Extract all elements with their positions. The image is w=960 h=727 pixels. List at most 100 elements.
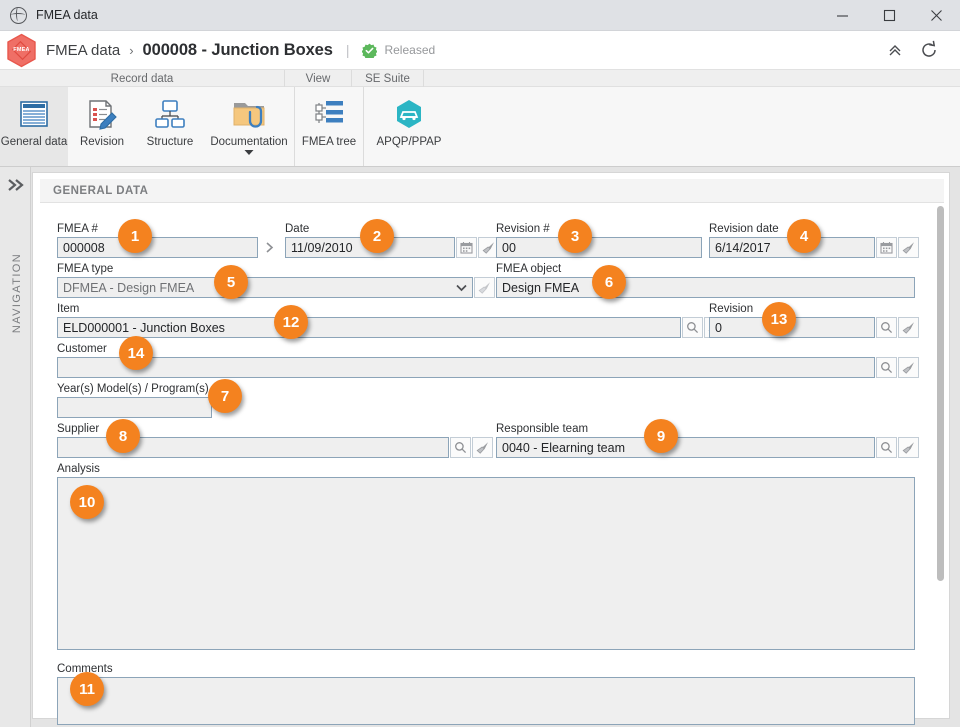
callout-12: 12 xyxy=(274,305,308,339)
field-fmea-object: FMEA object Design FMEA xyxy=(496,263,915,298)
callout-10: 10 xyxy=(70,485,104,519)
field-responsible-team-label: Responsible team xyxy=(496,423,589,435)
fmea-number-input[interactable]: 000008 xyxy=(57,237,258,258)
field-customer: Customer xyxy=(57,343,919,378)
ribbon-button-documentation[interactable]: Documentation xyxy=(204,87,294,166)
breadcrumb-root-link[interactable]: FMEA data xyxy=(46,42,120,59)
responsible-team-input[interactable]: 0040 - Elearning team xyxy=(496,437,875,458)
revision-number-input[interactable]: 00 xyxy=(496,237,702,258)
field-item-label: Item xyxy=(57,303,80,315)
apqp-ppap-icon xyxy=(392,93,426,134)
supplier-clear-brush-icon[interactable] xyxy=(472,437,493,458)
field-customer-label: Customer xyxy=(57,343,107,355)
ribbon-buttons: General data Revision Structure Document… xyxy=(0,87,454,166)
responsible-team-clear-brush-icon[interactable] xyxy=(898,437,919,458)
callout-2: 2 xyxy=(360,219,394,253)
title-bar: FMEA data xyxy=(0,0,960,31)
header-divider: | xyxy=(345,42,350,58)
customer-input[interactable] xyxy=(57,357,875,378)
field-fmea-number: FMEA # 000008 xyxy=(57,223,280,258)
chevron-down-icon[interactable] xyxy=(244,144,254,158)
refresh-icon[interactable] xyxy=(912,33,946,67)
fmea-object-input[interactable]: Design FMEA xyxy=(496,277,915,298)
vertical-scrollbar[interactable] xyxy=(933,204,948,717)
window-title: FMEA data xyxy=(36,8,98,22)
application-window: FMEA data FMEA FMEA data › 000008 - Junc… xyxy=(0,0,960,727)
ribbon-group-record-data: Record data xyxy=(0,70,285,87)
scrollbar-thumb[interactable] xyxy=(937,206,944,581)
close-icon[interactable] xyxy=(913,0,960,31)
status-text: Released xyxy=(384,43,436,57)
field-comments-label: Comments xyxy=(57,663,113,675)
customer-search-icon[interactable] xyxy=(876,357,897,378)
breadcrumb-separator-icon: › xyxy=(129,42,134,58)
customer-clear-brush-icon[interactable] xyxy=(898,357,919,378)
field-fmea-number-label: FMEA # xyxy=(57,223,98,235)
general-data-icon xyxy=(17,93,51,134)
chevron-down-icon[interactable] xyxy=(451,277,472,298)
globe-icon xyxy=(10,6,27,24)
maximize-icon[interactable] xyxy=(866,0,913,31)
callout-13: 13 xyxy=(762,302,796,336)
fmea-type-select[interactable]: DFMEA - Design FMEA xyxy=(57,277,473,298)
calendar-icon[interactable] xyxy=(456,237,477,258)
comments-textarea[interactable] xyxy=(57,677,915,725)
field-comments: Comments xyxy=(57,663,915,725)
item-input[interactable]: ELD000001 - Junction Boxes xyxy=(57,317,681,338)
revision-date-clear-brush-icon[interactable] xyxy=(898,237,919,258)
ribbon-button-revision[interactable]: Revision xyxy=(68,87,136,166)
ribbon-button-general-data-label: General data xyxy=(0,136,68,148)
panel-title: GENERAL DATA xyxy=(53,184,149,197)
panel-header: GENERAL DATA xyxy=(40,179,944,203)
ribbon-button-fmea-tree-label: FMEA tree xyxy=(301,136,357,148)
item-revision-clear-brush-icon[interactable] xyxy=(898,317,919,338)
ribbon-button-general-data[interactable]: General data xyxy=(0,87,68,166)
double-chevron-right-icon[interactable] xyxy=(6,177,25,196)
field-item: Item ELD000001 - Junction Boxes xyxy=(57,303,725,338)
callout-4: 4 xyxy=(787,219,821,253)
ribbon-button-fmea-tree[interactable]: FMEA tree xyxy=(295,87,363,166)
revision-calendar-icon[interactable] xyxy=(876,237,897,258)
field-revision-number-label: Revision # xyxy=(496,223,550,235)
structure-icon xyxy=(153,93,187,134)
analysis-textarea[interactable] xyxy=(57,477,915,650)
fmea-number-next-icon[interactable] xyxy=(259,237,280,258)
field-years-models-programs: Year(s) Model(s) / Program(s) xyxy=(57,383,212,418)
status-badge: Released xyxy=(362,43,435,58)
fmea-logo-icon: FMEA xyxy=(6,33,37,68)
item-revision-search-icon[interactable] xyxy=(876,317,897,338)
years-models-programs-input[interactable] xyxy=(57,397,212,418)
callout-3: 3 xyxy=(558,219,592,253)
callout-6: 6 xyxy=(592,265,626,299)
responsible-team-search-icon[interactable] xyxy=(876,437,897,458)
field-item-revision-label: Revision xyxy=(709,303,754,315)
navigation-label: NAVIGATION xyxy=(11,252,23,334)
fmea-logo-text: FMEA xyxy=(13,47,30,53)
field-fmea-object-label: FMEA object xyxy=(496,263,562,275)
ribbon-toolbar: Record data View SE Suite General data R… xyxy=(0,70,960,167)
field-years-models-programs-label: Year(s) Model(s) / Program(s) xyxy=(57,383,209,395)
fmea-type-clear-brush-icon[interactable] xyxy=(474,277,495,298)
collapse-ribbon-icon[interactable] xyxy=(878,33,912,67)
window-controls xyxy=(819,0,960,31)
callout-11: 11 xyxy=(70,672,104,706)
supplier-search-icon[interactable] xyxy=(450,437,471,458)
ribbon-button-structure[interactable]: Structure xyxy=(136,87,204,166)
ribbon-button-apqp-ppap-label: APQP/PPAP xyxy=(376,136,442,148)
ribbon-group-labels: Record data View SE Suite xyxy=(0,70,960,87)
minimize-icon[interactable] xyxy=(819,0,866,31)
field-revision-number: Revision # 00 xyxy=(496,223,702,258)
revision-icon xyxy=(85,93,119,134)
callout-5: 5 xyxy=(214,265,248,299)
general-data-form: FMEA # 000008 Date 11/09/2010 Revision #… xyxy=(33,204,949,725)
field-analysis: Analysis xyxy=(57,463,915,650)
field-item-revision: Revision 0 xyxy=(709,303,919,338)
ribbon-button-apqp-ppap[interactable]: APQP/PPAP xyxy=(364,87,454,166)
item-search-icon[interactable] xyxy=(682,317,703,338)
field-analysis-label: Analysis xyxy=(57,463,100,475)
callout-8: 8 xyxy=(106,419,140,453)
navigation-strip[interactable]: NAVIGATION xyxy=(0,167,31,727)
field-responsible-team: Responsible team 0040 - Elearning team xyxy=(496,423,919,458)
ribbon-button-revision-label: Revision xyxy=(79,136,125,148)
ribbon-group-se-suite: SE Suite xyxy=(352,70,424,87)
